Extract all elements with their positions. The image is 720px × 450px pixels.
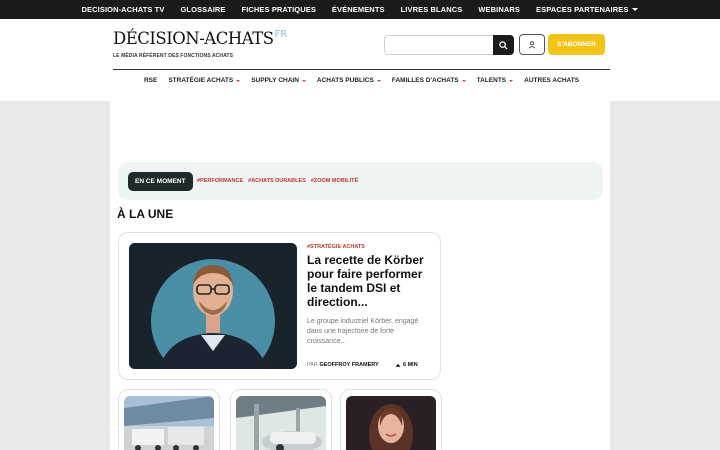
- trucks-warehouse-image: [124, 396, 214, 450]
- featured-article-image[interactable]: [129, 243, 297, 369]
- portrait-illustration: [129, 243, 297, 369]
- nav-item-label: STRATÉGIE ACHATS: [168, 77, 234, 84]
- subscribe-button[interactable]: S'ABONNER: [548, 34, 605, 55]
- trending-tags: #PERFORMANCE #ACHATS DURABLES #ZOOM MOBI…: [197, 178, 358, 184]
- topbar-link-fiches[interactable]: FICHES PRATIQUES: [234, 5, 324, 14]
- article-image[interactable]: [236, 396, 326, 450]
- article-excerpt: Le groupe industriel Körber, engagé dans…: [307, 318, 419, 345]
- caret-down-icon: [236, 79, 241, 82]
- search-icon: [499, 40, 508, 50]
- ev-charging-image: [236, 396, 326, 450]
- reading-icon: [395, 363, 401, 367]
- main-content: EN CE MOMENT #PERFORMANCE #ACHATS DURABL…: [110, 101, 610, 450]
- article-card[interactable]: [118, 389, 220, 450]
- nav-item-achats-publics[interactable]: ACHATS PUBLICS: [317, 77, 381, 84]
- byline-prefix: PAR: [307, 362, 318, 368]
- tag-link[interactable]: #ZOOM MOBILITÉ: [311, 178, 358, 184]
- nav-item-label: FAMILLES D'ACHATS: [391, 77, 459, 84]
- account-button[interactable]: [519, 34, 545, 55]
- user-icon: [528, 40, 536, 48]
- caret-down-icon: [376, 79, 381, 82]
- topbar-link-livres-blancs[interactable]: LIVRES BLANCS: [393, 5, 471, 14]
- nav-item-familles-achats[interactable]: FAMILLES D'ACHATS: [392, 77, 466, 84]
- article-image[interactable]: [124, 396, 214, 450]
- topbar-link-glossaire[interactable]: GLOSSAIRE: [172, 5, 233, 14]
- trending-label: EN CE MOMENT: [128, 172, 193, 191]
- article-title[interactable]: La recette de Körber pour faire performe…: [307, 253, 432, 309]
- nav-item-strategie-achats[interactable]: STRATÉGIE ACHATS: [168, 77, 241, 84]
- article-card[interactable]: [230, 389, 332, 450]
- nav-item-autres-achats[interactable]: AUTRES ACHATS: [524, 77, 579, 84]
- site-header: DÉCISION-ACHATSFR LE MÉDIA RÉFÉRENT DES …: [0, 19, 720, 101]
- article-byline: PAR GEOFFROY FRAMERY: [307, 362, 379, 368]
- logo-wordmark: DÉCISION-ACHATS: [113, 29, 274, 48]
- caret-down-icon: [301, 79, 306, 82]
- section-heading: À LA UNE: [117, 207, 174, 221]
- search-input[interactable]: [384, 35, 494, 55]
- caret-down-icon: [509, 79, 514, 82]
- article-author[interactable]: GEOFFROY FRAMERY: [319, 362, 378, 368]
- article-image[interactable]: [346, 396, 436, 450]
- topbar-link-webinars[interactable]: WEBINARS: [470, 5, 528, 14]
- espaces-partenaires-label: ESPACES PARTENAIRES: [535, 5, 629, 14]
- search-button[interactable]: [493, 35, 514, 55]
- tag-link[interactable]: #ACHATS DURABLES: [248, 178, 306, 184]
- article-card[interactable]: [340, 389, 442, 450]
- portrait-woman-image: [346, 396, 436, 450]
- topbar-link-evenements[interactable]: ÉVÉNEMENTS: [324, 5, 393, 14]
- nav-item-supply-chain[interactable]: SUPPLY CHAIN: [251, 77, 306, 84]
- featured-article-card[interactable]: #STRATÉGIE ACHATS La recette de Körber p…: [118, 232, 441, 380]
- topbar-link-espaces-partenaires[interactable]: ESPACES PARTENAIRES: [528, 5, 646, 14]
- article-category[interactable]: #STRATÉGIE ACHATS: [307, 244, 365, 250]
- site-logo[interactable]: DÉCISION-ACHATSFR LE MÉDIA RÉFÉRENT DES …: [113, 29, 288, 59]
- logo-suffix: FR: [274, 29, 288, 40]
- caret-down-icon: [461, 79, 466, 82]
- tag-link[interactable]: #PERFORMANCE: [197, 178, 243, 184]
- trending-bar: EN CE MOMENT #PERFORMANCE #ACHATS DURABL…: [118, 162, 603, 200]
- read-time-value: 6 MIN: [403, 362, 418, 368]
- read-time: 6 MIN: [395, 362, 418, 368]
- nav-item-rse[interactable]: RSE: [144, 77, 157, 84]
- main-nav: RSE STRATÉGIE ACHATS SUPPLY CHAIN ACHATS…: [113, 77, 610, 84]
- header-divider: [113, 69, 610, 70]
- nav-item-talents[interactable]: TALENTS: [477, 77, 514, 84]
- logo-tagline: LE MÉDIA RÉFÉRENT DES FONCTIONS ACHATS: [113, 53, 234, 59]
- caret-down-icon: [632, 8, 639, 11]
- topbar-link-tv[interactable]: DECISION-ACHATS TV: [74, 5, 173, 14]
- nav-item-label: SUPPLY CHAIN: [251, 77, 299, 84]
- top-bar: DECISION-ACHATS TV GLOSSAIRE FICHES PRAT…: [0, 0, 720, 19]
- nav-item-label: ACHATS PUBLICS: [316, 77, 374, 84]
- nav-item-label: TALENTS: [476, 77, 507, 84]
